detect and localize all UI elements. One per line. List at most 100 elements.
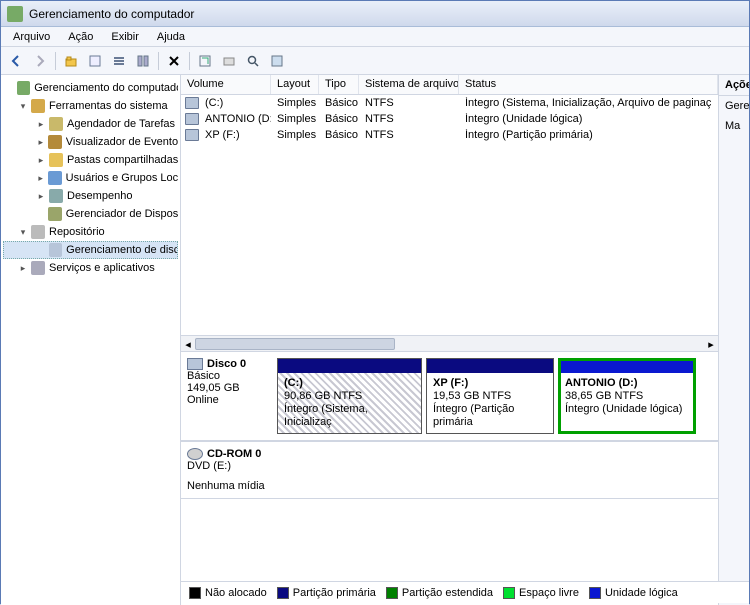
tree-panel: Gerenciamento do computado ▾Ferramentas …	[1, 75, 181, 605]
computer-icon	[17, 81, 31, 95]
tree-event-viewer[interactable]: ▸Visualizador de Eventos	[3, 133, 178, 151]
tree-root[interactable]: Gerenciamento do computado	[3, 79, 178, 97]
tree-users-groups[interactable]: ▸Usuários e Grupos Loca	[3, 169, 178, 187]
primary-bar	[278, 359, 421, 373]
menu-arquivo[interactable]: Arquivo	[5, 29, 58, 45]
legend-logical: Unidade lógica	[589, 587, 678, 599]
main-area: Gerenciamento do computado ▾Ferramentas …	[1, 75, 749, 605]
volume-row[interactable]: (C:) Simples Básico NTFS Íntegro (Sistem…	[181, 95, 718, 111]
tree-device-manager[interactable]: Gerenciador de Disposit	[3, 205, 178, 223]
tree-disk-management[interactable]: Gerenciamento de disco	[3, 241, 178, 259]
volume-row[interactable]: XP (F:) Simples Básico NTFS Íntegro (Par…	[181, 127, 718, 143]
content-panel: Volume Layout Tipo Sistema de arquivos S…	[181, 75, 719, 605]
scroll-left-icon[interactable]: ◂	[181, 336, 195, 352]
legend-unallocated: Não alocado	[189, 587, 267, 599]
partition-c[interactable]: (C:) 90,86 GB NTFS Íntegro (Sistema, Ini…	[277, 358, 422, 434]
tree-system-tools[interactable]: ▾Ferramentas do sistema	[3, 97, 178, 115]
search-button[interactable]	[242, 50, 264, 72]
cdrom-row: CD-ROM 0 DVD (E:) Nenhuma mídia	[181, 441, 718, 499]
list-view-button[interactable]	[108, 50, 130, 72]
col-filesystem[interactable]: Sistema de arquivos	[359, 75, 459, 94]
computer-management-window: Gerenciamento do computador Arquivo Ação…	[0, 0, 750, 604]
swatch-navy	[277, 587, 289, 599]
actions-panel: Ações Gerenci Ma	[719, 75, 749, 605]
cdrom-empty-area	[271, 442, 718, 498]
partition-antonio-d[interactable]: ANTONIO (D:) 38,65 GB NTFS Íntegro (Unid…	[558, 358, 696, 434]
cdrom-info[interactable]: CD-ROM 0 DVD (E:) Nenhuma mídia	[181, 442, 271, 498]
disk0-row: Disco 0 Básico 149,05 GB Online (C:) 90,…	[181, 351, 718, 441]
col-type[interactable]: Tipo	[319, 75, 359, 94]
tree-storage[interactable]: ▾Repositório	[3, 223, 178, 241]
legend-extended: Partição estendida	[386, 587, 493, 599]
properties-button[interactable]	[84, 50, 106, 72]
up-button[interactable]	[60, 50, 82, 72]
volume-list-header: Volume Layout Tipo Sistema de arquivos S…	[181, 75, 718, 95]
chevron-right-icon: ▸	[35, 190, 47, 202]
blank-icon	[35, 208, 46, 220]
col-layout[interactable]: Layout	[271, 75, 319, 94]
partition-xp-f[interactable]: XP (F:) 19,53 GB NTFS Íntegro (Partição …	[426, 358, 554, 434]
toolbar	[1, 47, 749, 75]
actions-item[interactable]: Ma	[719, 116, 749, 136]
disk-icon	[49, 243, 62, 257]
drive-icon	[185, 97, 199, 109]
drive-icon	[185, 113, 199, 125]
volume-row[interactable]: ANTONIO (D:) Simples Básico NTFS Íntegro…	[181, 111, 718, 127]
col-status[interactable]: Status	[459, 75, 718, 94]
drive-icon	[185, 129, 199, 141]
disk0-info[interactable]: Disco 0 Básico 149,05 GB Online	[181, 352, 271, 440]
horizontal-scrollbar[interactable]: ◂ ▸	[181, 335, 718, 351]
legend-primary: Partição primária	[277, 587, 376, 599]
menubar: Arquivo Ação Exibir Ajuda	[1, 27, 749, 47]
swatch-blue	[589, 587, 601, 599]
cdrom-icon	[187, 448, 203, 460]
app-icon	[7, 6, 23, 22]
back-button[interactable]	[5, 50, 27, 72]
scroll-right-icon[interactable]: ▸	[704, 336, 718, 352]
tools-icon	[31, 99, 45, 113]
tree-shared-folders[interactable]: ▸Pastas compartilhadas	[3, 151, 178, 169]
tree-services-apps[interactable]: ▸Serviços e aplicativos	[3, 259, 178, 277]
chevron-right-icon: ▸	[17, 262, 29, 274]
primary-bar	[427, 359, 553, 373]
perf-icon	[49, 189, 63, 203]
menu-acao[interactable]: Ação	[60, 29, 101, 45]
swatch-darkgreen	[386, 587, 398, 599]
device-icon	[48, 207, 61, 221]
chevron-right-icon: ▸	[35, 136, 46, 148]
col-volume[interactable]: Volume	[181, 75, 271, 94]
help-button[interactable]	[266, 50, 288, 72]
chevron-right-icon: ▸	[35, 154, 47, 166]
chevron-right-icon: ▸	[35, 118, 47, 130]
chevron-down-icon	[3, 82, 15, 94]
detail-view-button[interactable]	[132, 50, 154, 72]
swatch-green	[503, 587, 515, 599]
actions-item[interactable]: Gerenci	[719, 96, 749, 116]
tree-performance[interactable]: ▸Desempenho	[3, 187, 178, 205]
refresh-button[interactable]	[194, 50, 216, 72]
services-icon	[31, 261, 45, 275]
clock-icon	[49, 117, 63, 131]
swatch-black	[189, 587, 201, 599]
logical-bar	[559, 359, 695, 373]
scroll-icon	[48, 135, 61, 149]
delete-button[interactable]	[163, 50, 185, 72]
tree-task-scheduler[interactable]: ▸Agendador de Tarefas	[3, 115, 178, 133]
forward-button[interactable]	[29, 50, 51, 72]
menu-exibir[interactable]: Exibir	[103, 29, 147, 45]
action-button[interactable]	[218, 50, 240, 72]
users-icon	[48, 171, 61, 185]
blank-icon	[36, 244, 47, 256]
chevron-down-icon: ▾	[17, 226, 29, 238]
volume-list: (C:) Simples Básico NTFS Íntegro (Sistem…	[181, 95, 718, 335]
chevron-right-icon: ▸	[35, 172, 46, 184]
legend-free: Espaço livre	[503, 587, 579, 599]
folder-share-icon	[49, 153, 63, 167]
titlebar[interactable]: Gerenciamento do computador	[1, 1, 749, 27]
legend-bar: Não alocado Partição primária Partição e…	[181, 581, 749, 603]
scroll-thumb[interactable]	[195, 338, 395, 350]
disk-graphical-pane: Disco 0 Básico 149,05 GB Online (C:) 90,…	[181, 351, 718, 605]
actions-header: Ações	[719, 75, 749, 96]
chevron-down-icon: ▾	[17, 100, 29, 112]
menu-ajuda[interactable]: Ajuda	[149, 29, 193, 45]
